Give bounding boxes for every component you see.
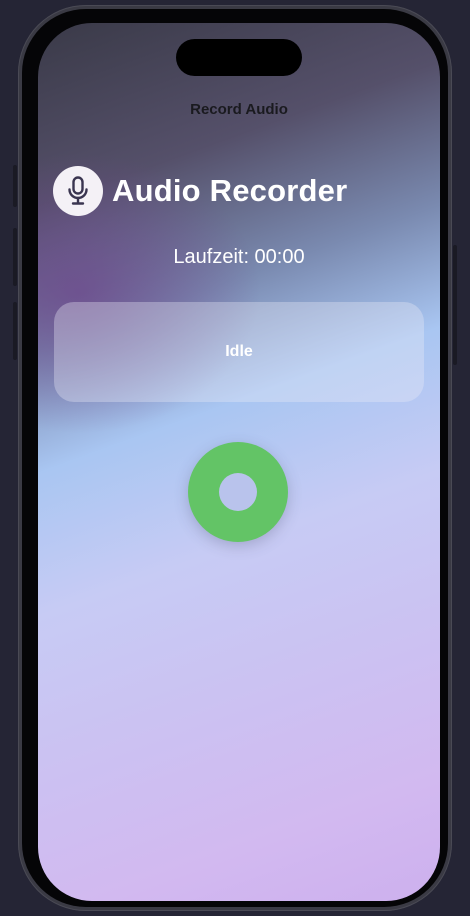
record-button[interactable]: [188, 442, 288, 542]
nav-title: Record Audio: [190, 101, 288, 118]
phone-screen: Record Audio Audio Recorder Laufzeit: 00…: [38, 23, 440, 901]
simulator-stage: Record Audio Audio Recorder Laufzeit: 00…: [0, 0, 470, 916]
phone-bezel: Record Audio Audio Recorder Laufzeit: 00…: [22, 9, 448, 907]
status-card: Idle: [54, 302, 424, 402]
app-header: Audio Recorder: [53, 166, 347, 216]
power-button: [453, 245, 457, 365]
runtime-label: Laufzeit: 00:00: [173, 246, 305, 268]
app-title: Audio Recorder: [112, 173, 348, 208]
record-button-center: [219, 473, 257, 511]
volume-up-button: [13, 228, 17, 286]
microphone-icon: [53, 166, 103, 216]
volume-down-button: [13, 302, 17, 360]
phone-frame: Record Audio Audio Recorder Laufzeit: 00…: [18, 5, 452, 911]
action-button: [13, 165, 17, 207]
dynamic-island: [176, 39, 302, 76]
status-text: Idle: [225, 343, 253, 360]
